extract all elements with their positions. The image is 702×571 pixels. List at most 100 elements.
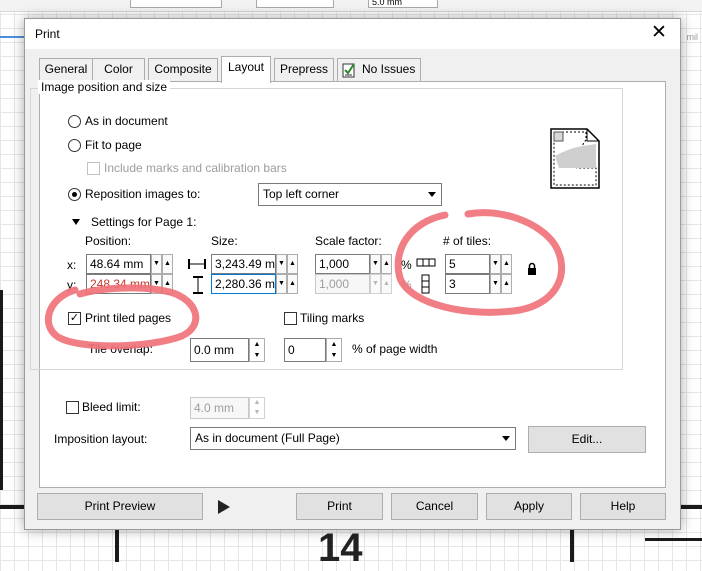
bleed-limit-label: Bleed limit: — [82, 400, 141, 414]
group-label: Image position and size — [38, 80, 171, 94]
tile-overlap-label: Tile overlap: — [88, 342, 153, 356]
page-preview-icon — [550, 128, 600, 189]
settings-label: Settings for Page 1: — [91, 215, 197, 229]
tab-no-issues-label: No Issues — [362, 62, 416, 76]
tab-no-issues[interactable]: No Issues — [337, 58, 421, 82]
cancel-button[interactable]: Cancel — [391, 493, 478, 520]
scale-y-down[interactable]: ▼ — [370, 274, 381, 294]
scale-y-input[interactable]: 1,000 — [315, 274, 370, 294]
as-in-document-label: As in document — [85, 114, 168, 128]
position-x-input[interactable]: 48.64 mm — [86, 254, 151, 274]
toolbar-field[interactable] — [256, 0, 334, 8]
width-input[interactable]: 3,243.49 mi — [211, 254, 276, 274]
dialog-titlebar: Print ✕ — [25, 19, 680, 49]
page-border-line — [681, 505, 702, 509]
imposition-select[interactable]: As in document (Full Page) — [190, 427, 516, 450]
page-number: 14 — [318, 526, 363, 570]
tiles-y-up[interactable]: ▲ — [501, 274, 512, 294]
position-label: Position: — [85, 234, 132, 248]
fit-to-page-label: Fit to page — [85, 138, 142, 152]
collapse-triangle-icon[interactable] — [72, 219, 80, 225]
tile-overlap-percent-stepper[interactable]: ▲ ▼ — [326, 338, 342, 362]
tiling-marks-checkbox[interactable] — [284, 312, 297, 325]
toolbar-nudge-field[interactable]: 5.0 mm — [368, 0, 438, 8]
checklist-icon — [342, 63, 355, 78]
tile-overlap-stepper[interactable]: ▲ ▼ — [249, 338, 265, 362]
height-input[interactable]: 2,280.36 mi — [211, 274, 276, 294]
print-preview-button[interactable]: Print Preview — [37, 493, 203, 520]
imposition-value: As in document (Full Page) — [195, 431, 340, 445]
edit-button[interactable]: Edit... — [528, 426, 646, 453]
tiles-horizontal-icon — [416, 258, 436, 267]
scale-x-input[interactable]: 1,000 — [315, 254, 370, 274]
image-position-group — [30, 88, 623, 370]
bleed-limit-input[interactable]: 4.0 mm — [190, 397, 249, 419]
position-y-up[interactable]: ▲ — [162, 274, 173, 294]
tile-overlap-input[interactable]: 0.0 mm — [190, 338, 249, 362]
tab-general[interactable]: General — [39, 58, 93, 82]
size-label: Size: — [211, 234, 238, 248]
fit-to-page-radio[interactable] — [68, 139, 81, 152]
tiles-y-down[interactable]: ▼ — [490, 274, 501, 294]
position-y-down[interactable]: ▼ — [151, 274, 162, 294]
scale-y-up[interactable]: ▲ — [381, 274, 392, 294]
scale-factor-label: Scale factor: — [315, 234, 382, 248]
page-border-line — [0, 505, 24, 509]
lock-icon[interactable] — [527, 262, 537, 276]
print-tiled-label: Print tiled pages — [85, 311, 172, 325]
bleed-limit-checkbox[interactable] — [66, 401, 79, 414]
ruler-guide — [0, 36, 24, 38]
percent-label: % — [401, 258, 412, 272]
tiles-y-input[interactable]: 3 — [445, 274, 490, 294]
expand-preview-icon[interactable] — [215, 498, 233, 516]
reposition-radio[interactable] — [68, 188, 81, 201]
dialog-title: Print — [35, 27, 60, 41]
apply-button[interactable]: Apply — [486, 493, 572, 520]
include-marks-checkbox[interactable] — [87, 162, 100, 175]
width-up[interactable]: ▲ — [287, 254, 298, 274]
position-y-input[interactable]: 248.34 mm — [86, 274, 151, 294]
x-label: x: — [67, 258, 77, 272]
position-x-up[interactable]: ▲ — [162, 254, 173, 274]
tab-prepress[interactable]: Prepress — [274, 58, 334, 82]
tiles-x-input[interactable]: 5 — [445, 254, 490, 274]
ruler-unit-label: mil — [686, 32, 699, 42]
scale-x-down[interactable]: ▼ — [370, 254, 381, 274]
scale-x-up[interactable]: ▲ — [381, 254, 392, 274]
percent-label-disabled: % — [401, 278, 412, 292]
app-toolbar: 5.0 mm — [0, 0, 702, 12]
tile-overlap-percent-input[interactable]: 0 — [284, 338, 326, 362]
print-button[interactable]: Print — [296, 493, 383, 520]
width-icon — [188, 259, 206, 269]
reposition-value: Top left corner — [263, 187, 340, 201]
include-marks-label: Include marks and calibration bars — [104, 161, 287, 175]
height-down[interactable]: ▼ — [276, 274, 287, 294]
imposition-label: Imposition layout: — [54, 432, 148, 446]
tab-color[interactable]: Color — [92, 58, 145, 82]
help-button[interactable]: Help — [580, 493, 666, 520]
percent-of-width-label: % of page width — [352, 342, 438, 356]
tiles-label: # of tiles: — [443, 234, 492, 248]
tab-layout[interactable]: Layout — [221, 56, 271, 83]
width-down[interactable]: ▼ — [276, 254, 287, 274]
tiles-x-down[interactable]: ▼ — [490, 254, 501, 274]
print-tiled-checkbox[interactable]: ✓ — [68, 312, 81, 325]
tiles-x-up[interactable]: ▲ — [501, 254, 512, 274]
page-border-line — [645, 538, 702, 541]
tiling-marks-label: Tiling marks — [300, 311, 365, 325]
reposition-select[interactable]: Top left corner — [258, 183, 442, 206]
position-x-down[interactable]: ▼ — [151, 254, 162, 274]
height-up[interactable]: ▲ — [287, 274, 298, 294]
tiles-vertical-icon — [421, 274, 430, 294]
close-icon[interactable]: ✕ — [648, 22, 670, 44]
bleed-limit-stepper[interactable]: ▲ ▼ — [249, 397, 265, 419]
reposition-label: Reposition images to: — [85, 187, 201, 201]
tab-composite[interactable]: Composite — [148, 58, 218, 82]
toolbar-field[interactable] — [130, 0, 222, 8]
chevron-down-icon — [428, 192, 436, 197]
page-border-line — [115, 530, 119, 562]
y-label: y: — [67, 278, 77, 292]
chevron-down-icon — [502, 436, 510, 441]
as-in-document-radio[interactable] — [68, 115, 81, 128]
page-border-line — [570, 530, 574, 562]
